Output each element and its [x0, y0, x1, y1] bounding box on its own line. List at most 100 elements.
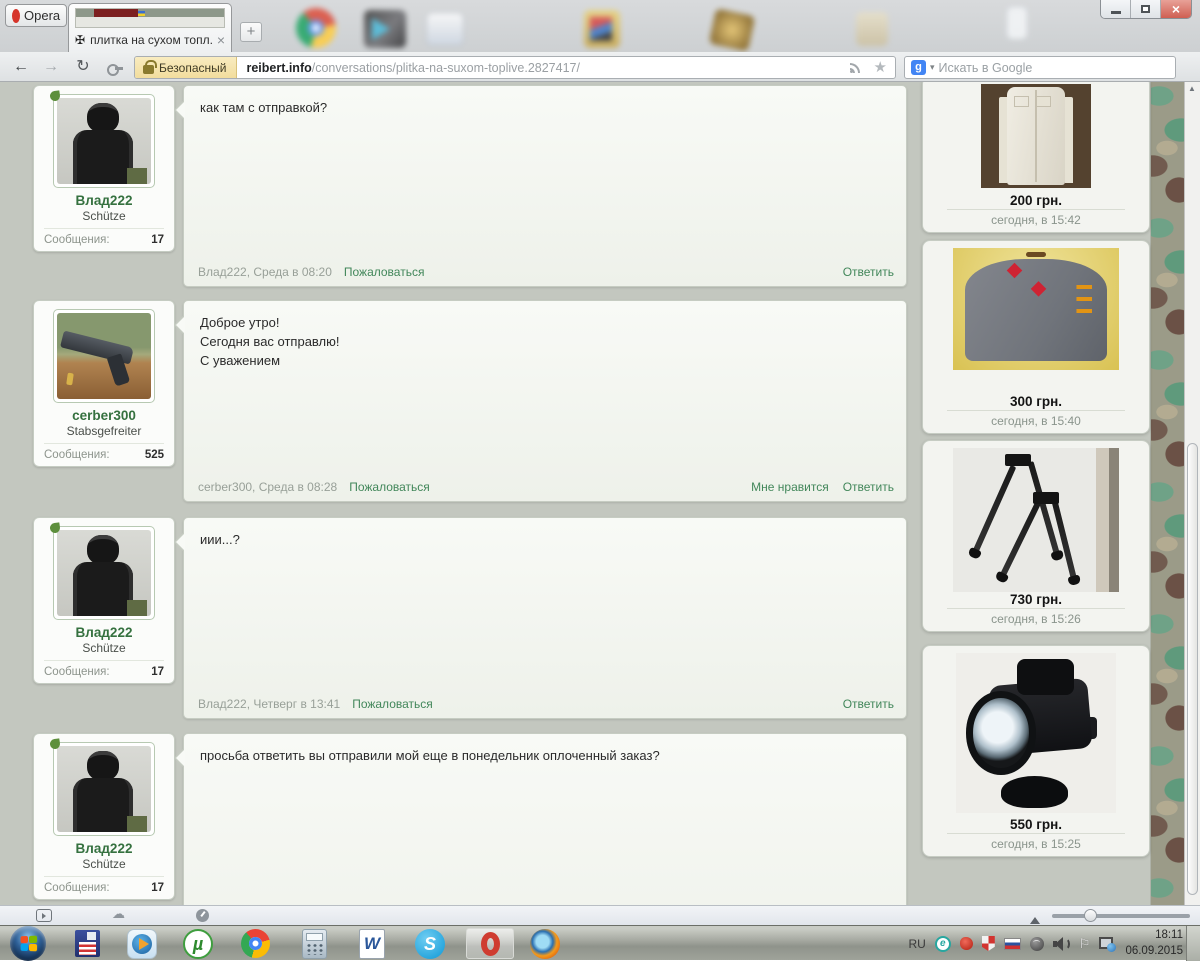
message-bubble: просьба ответить вы отправили мой еще в … — [183, 733, 907, 905]
avatar[interactable] — [53, 94, 155, 188]
word-icon: W — [359, 929, 385, 959]
security-badge[interactable]: Безопасный — [135, 57, 237, 78]
username-link[interactable]: cerber300 — [34, 408, 174, 423]
product-art-detail — [1001, 776, 1068, 808]
taskbar-save-app-button[interactable] — [70, 928, 104, 959]
forward-button[interactable]: → — [38, 55, 64, 79]
opera-turbo-gauge-icon[interactable] — [196, 909, 209, 922]
messages-count: 525 — [145, 449, 164, 461]
media-player-icon — [127, 929, 157, 959]
taskbar-utorrent-button[interactable]: µ — [181, 928, 215, 959]
search-input[interactable] — [939, 61, 1169, 75]
username-link[interactable]: Влад222 — [34, 193, 174, 208]
username-link[interactable]: Влад222 — [34, 625, 174, 640]
product-card[interactable]: 200 грн. сегодня, в 15:42 — [922, 82, 1150, 233]
tab-close-icon[interactable]: × — [217, 33, 225, 47]
shield-icon[interactable] — [982, 936, 995, 951]
product-image-shirt — [981, 84, 1091, 188]
restore-button[interactable] — [1131, 0, 1161, 18]
window-controls: × — [1100, 0, 1192, 19]
russian-flag-icon[interactable] — [1004, 938, 1021, 950]
report-link[interactable]: Пожаловаться — [344, 265, 425, 279]
key-icon — [107, 63, 123, 73]
scrollbar-thumb[interactable] — [1187, 443, 1198, 895]
product-price: 300 грн. — [923, 394, 1149, 409]
messages-count: 17 — [151, 234, 164, 246]
avatar[interactable] — [53, 526, 155, 620]
avatar[interactable] — [53, 742, 155, 836]
scroll-up-icon[interactable]: ▲ — [1188, 84, 1196, 93]
zoom-menu-icon[interactable] — [1030, 912, 1040, 924]
message-meta: cerber300, Среда в 08:28 — [198, 480, 337, 494]
show-desktop-button[interactable] — [1186, 926, 1200, 961]
product-image-jacket — [953, 248, 1119, 370]
avatar-image-diver — [57, 746, 151, 832]
reply-link[interactable]: Ответить — [843, 697, 894, 711]
start-button[interactable] — [10, 926, 46, 961]
like-link[interactable]: Мне нравится — [751, 480, 829, 494]
avatar[interactable] — [53, 309, 155, 403]
google-icon: g — [911, 60, 926, 75]
opera-link-cloud-icon[interactable]: ☁ — [112, 906, 125, 922]
bookmark-star-icon[interactable]: ★ — [874, 60, 887, 75]
reply-link[interactable]: Ответить — [843, 265, 894, 279]
url-text[interactable]: reibert.info/conversations/plitka-na-sux… — [237, 61, 847, 75]
zoom-slider[interactable] — [1052, 914, 1190, 918]
network-icon[interactable] — [1099, 937, 1116, 951]
messages-count: 17 — [151, 882, 164, 894]
taskbar-calculator-button[interactable] — [297, 928, 331, 959]
panels-toggle-icon[interactable] — [36, 909, 52, 922]
zoom-slider-knob[interactable] — [1084, 909, 1097, 922]
message-meta: Влад222, Четверг в 13:41 — [198, 697, 340, 711]
action-center-flag-icon[interactable]: ⚐ — [1079, 936, 1091, 952]
message-text: как там с отправкой? — [184, 86, 906, 131]
taskbar-opera-button-active[interactable] — [466, 928, 514, 959]
opera-logo-icon — [12, 9, 20, 23]
username-link[interactable]: Влад222 — [34, 841, 174, 856]
search-box[interactable]: g ▾ — [904, 56, 1176, 79]
reload-button[interactable]: ↻ — [70, 55, 96, 79]
product-card[interactable]: 550 грн. сегодня, в 15:25 — [922, 645, 1150, 857]
desktop-document-icon-blurred — [1006, 6, 1028, 40]
messages-label: Сообщения: — [44, 666, 110, 678]
desktop-chrome-icon-blurred — [296, 8, 336, 48]
user-rank: Schütze — [34, 209, 174, 223]
address-bar[interactable]: Безопасный reibert.info/conversations/pl… — [134, 56, 896, 79]
taskbar-clock[interactable]: 18:11 06.09.2015 — [1125, 928, 1183, 959]
browser-status-bar: ☁ — [0, 905, 1200, 925]
taskbar-skype-button[interactable]: S — [413, 928, 447, 959]
taskbar-firefox-button[interactable] — [528, 928, 562, 959]
vertical-scrollbar[interactable]: ▲ — [1184, 82, 1200, 905]
reply-link[interactable]: Ответить — [843, 480, 894, 494]
password-key-button[interactable] — [102, 55, 128, 79]
taskbar-chrome-button[interactable] — [238, 928, 272, 959]
message-bubble: как там с отправкой? Влад222, Среда в 08… — [183, 85, 907, 287]
volume-icon[interactable] — [1053, 937, 1070, 951]
product-card[interactable]: 300 грн. сегодня, в 15:40 — [922, 240, 1150, 434]
windows-taskbar: µ W S RU e ⚐ 18:11 06.09.2015 — [0, 925, 1200, 960]
user-card: Влад222 Schütze Сообщения: 17 — [33, 517, 175, 684]
taskbar-word-button[interactable]: W — [355, 928, 389, 959]
taskbar-media-player-button[interactable] — [125, 928, 159, 959]
back-button[interactable]: ← — [8, 55, 34, 79]
close-button[interactable]: × — [1161, 0, 1191, 18]
messages-label: Сообщения: — [44, 882, 110, 894]
new-tab-button[interactable]: + — [240, 22, 262, 42]
report-link[interactable]: Пожаловаться — [349, 480, 430, 494]
search-engine-caret-icon[interactable]: ▾ — [930, 62, 935, 73]
minimize-button[interactable] — [1101, 0, 1131, 18]
user-stats: Сообщения: 17 — [44, 660, 164, 678]
sphere-tray-icon[interactable] — [1030, 937, 1044, 951]
language-indicator[interactable]: RU — [908, 937, 925, 951]
eset-antivirus-icon[interactable]: e — [935, 936, 951, 952]
opera-menu-label: Opera — [24, 8, 60, 23]
rss-icon[interactable] — [848, 61, 864, 75]
report-link[interactable]: Пожаловаться — [352, 697, 433, 711]
product-card[interactable]: 730 грн. сегодня, в 15:26 — [922, 440, 1150, 632]
tab-active[interactable]: ✠ плитка на сухом топл... × — [68, 3, 232, 52]
red-tray-icon[interactable] — [960, 937, 973, 950]
opera-menu-button[interactable]: Opera — [5, 4, 67, 27]
page-viewport: Влад222 Schütze Сообщения: 17 как там с … — [0, 82, 1200, 905]
message-bubble: Доброе утро! Сегодня вас отправлю! С ува… — [183, 300, 907, 502]
tab-title: плитка на сухом топл... — [90, 33, 212, 47]
